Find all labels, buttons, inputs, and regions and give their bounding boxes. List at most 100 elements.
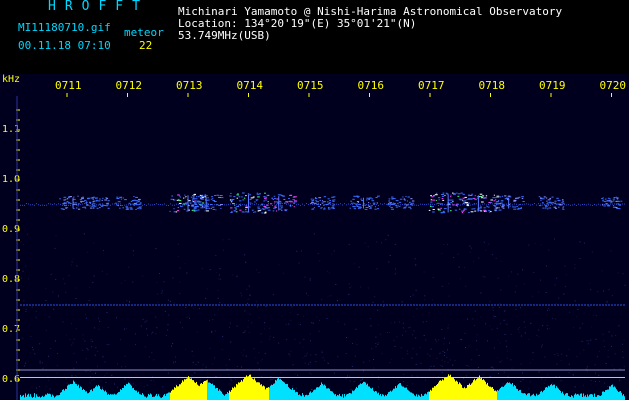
echo-pixel (332, 199, 334, 201)
echo-pixel (433, 195, 435, 196)
noise-speck (116, 317, 117, 319)
echo-pixel (70, 203, 72, 204)
level-bar (63, 389, 64, 400)
noise-speck (605, 363, 607, 364)
level-bar (117, 393, 118, 400)
noise-speck (335, 284, 337, 285)
echo-pixel (92, 201, 95, 203)
level-bar (328, 388, 329, 400)
level-bar (583, 393, 584, 400)
noise-speck (460, 338, 462, 340)
noise-speck (146, 320, 148, 322)
level-bar (305, 395, 306, 400)
noise-speck (460, 278, 461, 280)
echo-pixel (212, 200, 215, 201)
level-bar (585, 395, 586, 400)
echo-pixel (359, 204, 361, 205)
noise-speck (375, 336, 377, 338)
level-bar (290, 389, 291, 400)
carrier-speck (120, 203, 121, 205)
level-bar (531, 395, 532, 400)
noise-speck (217, 278, 219, 280)
level-bar (131, 385, 132, 400)
meteor-echo (494, 195, 525, 211)
noise-speck (583, 242, 585, 244)
echo-pixel (546, 203, 549, 205)
carrier-speck (170, 203, 171, 205)
noise-speck (186, 272, 188, 274)
echo-pixel (233, 196, 236, 198)
noise-speck (355, 328, 357, 330)
noise-speck (586, 367, 588, 369)
echo-pixel (182, 205, 184, 207)
level-bar (602, 391, 603, 400)
level-bar (589, 394, 590, 400)
noise-speck (93, 378, 95, 380)
carrier-speck (126, 204, 127, 206)
echo-pixel (178, 195, 181, 197)
level-bar (555, 388, 556, 400)
echo-pixel (106, 203, 108, 205)
level-bar (513, 386, 514, 400)
level-bar (244, 377, 245, 400)
echo-pixel (256, 193, 260, 195)
noise-speck (595, 338, 597, 340)
echo-pixel (63, 199, 66, 201)
carrier-speck (150, 204, 151, 206)
noise-speck (501, 360, 503, 362)
carrier-speck (534, 203, 535, 204)
echo-pixel (76, 207, 78, 209)
noise-speck (45, 385, 47, 387)
noise-speck (261, 376, 263, 378)
level-bar (406, 387, 407, 400)
echo-pixel (274, 205, 276, 207)
level-bar (113, 394, 114, 400)
noise-speck (548, 308, 550, 309)
echo-pixel (462, 200, 466, 202)
noise-speck (189, 317, 190, 319)
noise-speck (191, 374, 193, 376)
level-bar (378, 392, 379, 400)
noise-speck (469, 245, 471, 247)
noise-speck (348, 283, 350, 285)
noise-speck (349, 287, 351, 289)
echo-pixel (130, 203, 132, 205)
level-bar (224, 395, 225, 400)
echo-pixel (78, 203, 80, 205)
level-bar (39, 396, 40, 400)
noise-speck (124, 366, 126, 367)
noise-speck (401, 358, 403, 359)
level-bar (155, 395, 156, 400)
level-bar (275, 379, 276, 400)
echo-pixel (441, 212, 443, 214)
level-bar (78, 384, 79, 400)
noise-speck (295, 373, 297, 375)
echo-pixel (490, 199, 493, 201)
noise-speck (256, 306, 258, 308)
level-bar (540, 391, 541, 400)
noise-speck (344, 323, 346, 325)
echo-pixel (293, 206, 295, 208)
echo-pixel (92, 196, 96, 198)
level-bar (450, 374, 451, 400)
echo-pixel (220, 207, 222, 209)
carrier-speck (428, 203, 429, 205)
noise-speck (592, 315, 594, 317)
echo-pixel (450, 199, 454, 201)
level-bar (73, 380, 74, 400)
noise-speck (574, 267, 576, 269)
echo-pixel (295, 196, 297, 198)
echo-pixel (476, 210, 478, 212)
level-bar (481, 378, 482, 400)
level-bar (277, 378, 278, 400)
carrier-speck (430, 204, 431, 206)
level-bar (45, 394, 46, 400)
noise-speck (257, 362, 259, 364)
echo-pixel (481, 201, 484, 203)
level-bar (320, 385, 321, 400)
level-bar (556, 386, 557, 400)
carrier-speck (488, 204, 489, 205)
echo-pixel (119, 207, 121, 209)
level-bar (253, 379, 254, 400)
echo-pixel (257, 210, 260, 212)
